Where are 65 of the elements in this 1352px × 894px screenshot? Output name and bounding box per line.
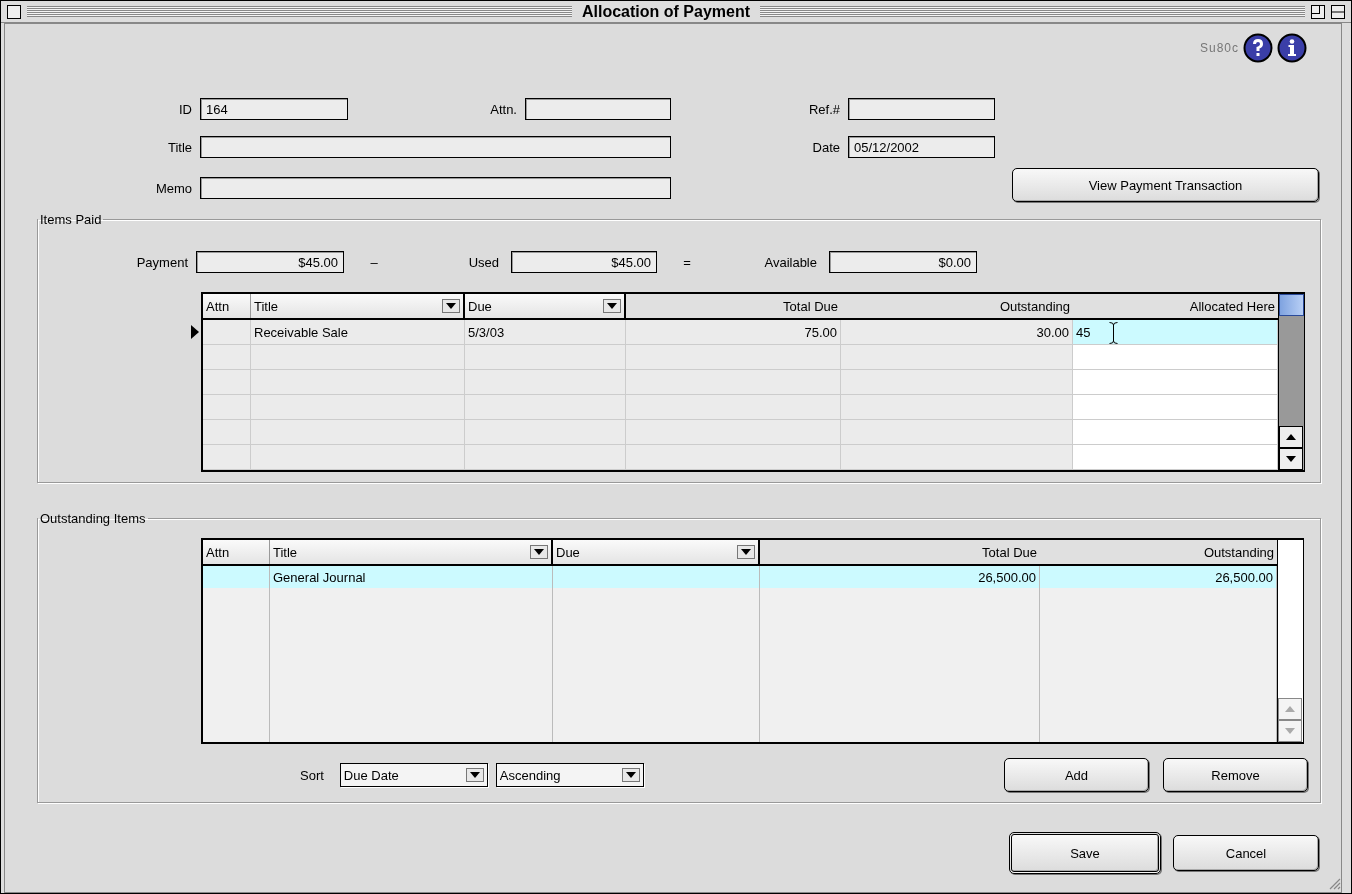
zoom-box-icon[interactable] xyxy=(1311,4,1325,19)
table-cell: General Journal xyxy=(270,566,553,588)
minus-sign: – xyxy=(369,254,379,270)
equals-sign: = xyxy=(682,254,692,270)
column-header[interactable]: Attn xyxy=(203,294,251,318)
table-cell xyxy=(203,395,251,420)
table-cell xyxy=(203,420,251,445)
table-row[interactable]: General Journal 26,500.00 26,500.00 xyxy=(203,566,1277,588)
payment-field[interactable]: $45.00 xyxy=(196,251,344,273)
scroll-thumb[interactable] xyxy=(1279,294,1304,316)
sort-order-dropdown[interactable]: Ascending xyxy=(495,763,644,787)
table-cell: 5/3/03 xyxy=(465,320,626,345)
ref-field[interactable] xyxy=(848,98,995,120)
table-cell: 26,500.00 xyxy=(760,566,1040,588)
close-box[interactable] xyxy=(7,4,21,19)
table-cell[interactable]: 45 xyxy=(1073,320,1278,345)
table-cell: Receivable Sale xyxy=(251,320,465,345)
id-field[interactable]: 164 xyxy=(200,98,348,120)
field-label: Available xyxy=(763,254,818,270)
field-label: Memo xyxy=(154,180,193,196)
default-button[interactable]: Save xyxy=(1009,832,1161,874)
available-field[interactable]: $0.00 xyxy=(829,251,977,273)
memo-field[interactable] xyxy=(200,177,671,199)
group-title: Outstanding Items xyxy=(39,511,147,526)
column-header[interactable]: Title xyxy=(251,294,465,318)
field-label: Title xyxy=(166,139,193,155)
screen-code: Su80c xyxy=(1199,41,1239,55)
column-header[interactable]: Due xyxy=(465,294,626,318)
info-icon[interactable] xyxy=(1277,33,1307,63)
column-header[interactable]: Total Due xyxy=(626,294,841,318)
field-label: Used xyxy=(467,254,500,270)
window-title: Allocation of Payment xyxy=(581,2,751,21)
table-cell xyxy=(203,445,251,470)
help-icon[interactable] xyxy=(1243,33,1273,63)
date-field[interactable]: 05/12/2002 xyxy=(848,136,995,158)
column-header[interactable]: Attn xyxy=(203,540,270,564)
column-header[interactable]: Due xyxy=(553,540,760,564)
column-header[interactable]: Outstanding xyxy=(1040,540,1277,564)
field-label: ID xyxy=(178,101,193,117)
table-cell: 30.00 xyxy=(841,320,1073,345)
collapse-box-icon[interactable] xyxy=(1331,4,1345,19)
dialog-button[interactable]: Cancel xyxy=(1173,835,1319,871)
scroll-up-icon[interactable] xyxy=(1279,426,1303,448)
table-cell: 75.00 xyxy=(626,320,841,345)
table-cell xyxy=(203,345,251,370)
text-cursor-icon xyxy=(1109,322,1118,344)
column-header[interactable]: Title xyxy=(270,540,553,564)
field-label: Attn. xyxy=(489,101,518,117)
remove-button[interactable]: Remove xyxy=(1163,758,1308,792)
sort-field-dropdown[interactable]: Due Date xyxy=(339,763,488,787)
column-header[interactable]: Allocated Here xyxy=(1073,294,1278,318)
group-title: Items Paid xyxy=(39,212,103,227)
table-cell xyxy=(203,370,251,395)
column-header[interactable]: Total Due xyxy=(760,540,1040,564)
field-label: Ref.# xyxy=(807,101,841,117)
field-label: Payment xyxy=(135,254,189,270)
title-field[interactable] xyxy=(200,136,671,158)
field-label: Date xyxy=(811,139,841,155)
attn-field[interactable] xyxy=(525,98,671,120)
field-label: Sort xyxy=(300,767,325,783)
column-header[interactable]: Outstanding xyxy=(841,294,1073,318)
used-field[interactable]: $45.00 xyxy=(511,251,657,273)
add-button[interactable]: Add xyxy=(1004,758,1149,792)
view-payment-button[interactable]: View Payment Transaction xyxy=(1012,168,1319,202)
scroll-down-icon[interactable] xyxy=(1279,448,1303,470)
